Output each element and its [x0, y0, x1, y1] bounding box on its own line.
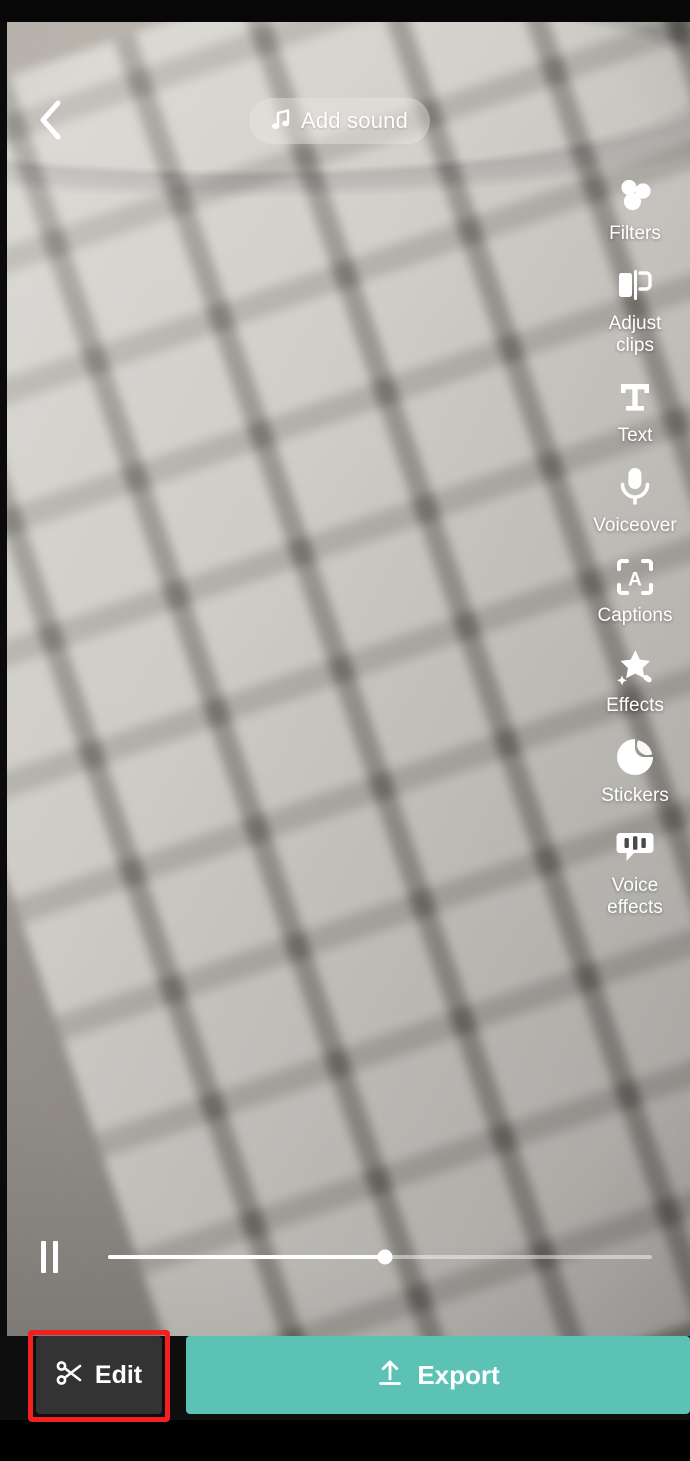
add-sound-label: Add sound: [301, 108, 408, 133]
phone-screen: Add sound Filters Adjust clips Text Voic…: [0, 0, 690, 1461]
progress-thumb[interactable]: [377, 1249, 393, 1265]
progress-fill: [108, 1255, 386, 1259]
effects-star-icon: [612, 644, 658, 690]
tool-stickers[interactable]: Stickers: [580, 734, 690, 807]
voice-effects-icon: [612, 824, 658, 870]
tool-adjust-clips[interactable]: Adjust clips: [580, 262, 690, 357]
left-frame-gutter: [0, 22, 7, 1336]
tool-label: Text: [617, 425, 653, 446]
sticker-icon: [612, 734, 658, 780]
playback-bar: [0, 1234, 690, 1280]
tool-label: Voice effects: [607, 875, 663, 918]
video-preview[interactable]: Add sound Filters Adjust clips Text Voic…: [0, 22, 690, 1336]
upload-icon: [376, 1359, 404, 1392]
chevron-left-icon: [37, 100, 63, 145]
tool-captions[interactable]: A Captions: [580, 554, 690, 627]
progress-scrubber[interactable]: [108, 1249, 652, 1265]
scissors-icon: [56, 1359, 84, 1392]
tool-text[interactable]: Text: [580, 374, 690, 447]
filters-icon: [612, 172, 658, 218]
pause-icon: [40, 1241, 46, 1273]
pause-button[interactable]: [26, 1237, 72, 1277]
bottom-safe-area: [0, 1420, 690, 1461]
tool-rail: Filters Adjust clips Text Voiceover A Ca…: [580, 172, 690, 936]
tool-label: Filters: [609, 223, 661, 244]
status-bar: [0, 0, 690, 22]
pause-icon: [52, 1241, 58, 1273]
export-label: Export: [417, 1359, 500, 1390]
tool-label: Captions: [597, 605, 673, 626]
tool-label: Voiceover: [593, 515, 677, 536]
microphone-icon: [612, 464, 658, 510]
add-sound-button[interactable]: Add sound: [249, 98, 430, 144]
edit-label: Edit: [94, 1360, 143, 1389]
adjust-clips-icon: [612, 262, 658, 308]
tool-label: Effects: [606, 695, 664, 716]
tool-label: Stickers: [601, 785, 669, 806]
tool-voice-effects[interactable]: Voice effects: [580, 824, 690, 919]
tool-label: Adjust clips: [608, 313, 662, 356]
edit-button[interactable]: Edit: [36, 1336, 162, 1414]
tool-effects[interactable]: Effects: [580, 644, 690, 717]
captions-icon: A: [612, 554, 658, 600]
tool-voiceover[interactable]: Voiceover: [580, 464, 690, 537]
export-button[interactable]: Export: [186, 1336, 690, 1414]
text-icon: [612, 374, 658, 420]
music-note-icon: [271, 108, 291, 135]
tool-filters[interactable]: Filters: [580, 172, 690, 245]
svg-text:A: A: [628, 570, 642, 591]
back-button[interactable]: [26, 98, 74, 146]
